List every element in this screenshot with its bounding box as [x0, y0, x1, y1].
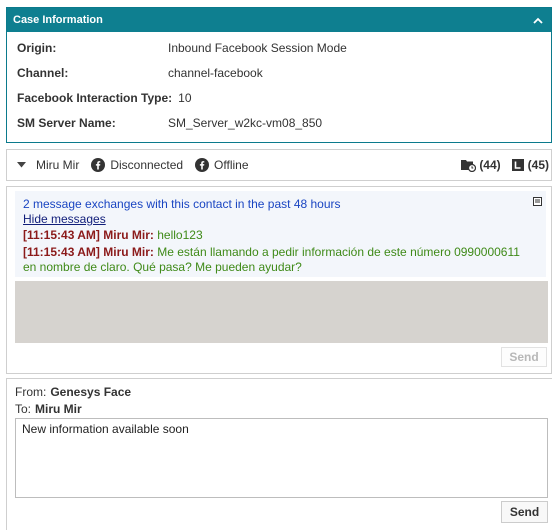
interaction-history-count-text: (45): [527, 158, 549, 172]
to-label: To:: [15, 402, 32, 416]
contact-bar: Miru Mir Disconnected Offline (44) (45): [6, 149, 552, 181]
message-timestamp: [11:15:43 AM] Miru Mir:: [23, 245, 154, 259]
contact-dropdown-chevron-icon[interactable]: [17, 162, 26, 168]
origin-label: Origin:: [17, 40, 57, 55]
chat-message: [11:15:43 AM] Miru Mir: Me están llamand…: [23, 245, 528, 275]
chat-panel: 2 message exchanges with this contact in…: [6, 186, 552, 374]
interaction-type-value: 10: [178, 90, 192, 105]
case-information-header[interactable]: Case Information: [7, 8, 551, 32]
connection-status: Disconnected: [91, 158, 183, 172]
case-history-count-text: (44): [479, 158, 501, 172]
case-row-server-name: SM Server Name: SM_Server_w2kc-vm08_850: [7, 110, 551, 135]
case-row-channel: Channel: channel-facebook: [7, 60, 551, 85]
presence-status-text: Offline: [214, 158, 249, 172]
chat-transcript: 2 message exchanges with this contact in…: [15, 191, 546, 277]
message-timestamp: [11:15:43 AM] Miru Mir:: [23, 228, 154, 242]
from-line: From: Genesys Face: [15, 385, 131, 399]
contact-name[interactable]: Miru Mir: [36, 158, 79, 172]
to-value: Miru Mir: [35, 402, 82, 416]
email-panel: From: Genesys Face To: Miru Mir New inform…: [6, 378, 552, 530]
facebook-icon: [91, 158, 106, 172]
from-label: From:: [15, 385, 47, 399]
transcript-menu-icon[interactable]: [533, 195, 542, 209]
contact-counts: (44) (45): [450, 150, 549, 180]
message-text: hello123: [153, 228, 203, 242]
history-list-icon: [511, 159, 524, 171]
from-value: Genesys Face: [50, 385, 132, 399]
chat-send-button[interactable]: Send: [501, 347, 547, 367]
history-summary: 2 message exchanges with this contact in…: [23, 197, 341, 211]
interaction-type-label: Facebook Interaction Type:: [17, 90, 173, 105]
channel-value: channel-facebook: [168, 65, 263, 80]
folder-history-icon: [461, 160, 477, 172]
origin-value: Inbound Facebook Session Mode: [168, 40, 347, 55]
hide-messages-link[interactable]: Hide messages: [23, 212, 106, 226]
collapse-chevron-up-icon[interactable]: [531, 13, 545, 27]
connection-status-text: Disconnected: [110, 158, 184, 172]
interaction-history-count[interactable]: (45): [511, 158, 549, 172]
case-history-count[interactable]: (44): [460, 158, 501, 172]
server-name-label: SM Server Name:: [17, 115, 116, 130]
case-row-interaction-type: Facebook Interaction Type: 10: [7, 85, 551, 110]
to-line: To: Miru Mir: [15, 402, 82, 416]
case-row-origin: Origin: Inbound Facebook Session Mode: [7, 35, 551, 60]
server-name-value: SM_Server_w2kc-vm08_850: [168, 115, 323, 130]
chat-message: [11:15:43 AM] Miru Mir: hello123: [23, 228, 203, 243]
email-body-input[interactable]: New information available soon: [15, 418, 548, 498]
presence-status: Offline: [195, 158, 249, 172]
email-send-button[interactable]: Send: [501, 501, 548, 523]
channel-label: Channel:: [17, 65, 69, 80]
case-information-title: Case Information: [13, 14, 103, 26]
facebook-icon: [195, 158, 210, 172]
case-information-panel: Case Information Origin: Inbound Faceboo…: [6, 7, 552, 143]
chat-compose-area[interactable]: [15, 281, 548, 343]
